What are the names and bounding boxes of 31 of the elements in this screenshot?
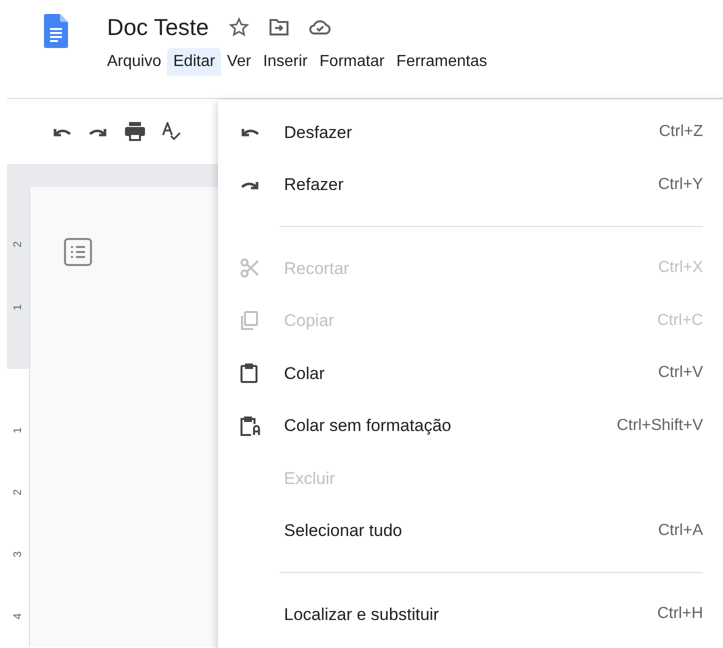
document-logo-icon[interactable] [44,14,68,48]
menu-item[interactable]: Colar Ctrl+V [218,347,703,400]
ruler-number: 4 [10,612,25,620]
menu-bar-item[interactable]: Ver [221,48,258,76]
folder-icon[interactable] [268,18,289,36]
ruler-number: 1 [10,304,25,311]
clipboard-text-icon [240,416,262,436]
clipboard-icon [240,363,258,384]
cloud-check-icon[interactable] [308,19,331,35]
ruler-number: 1 [10,426,25,434]
printer-icon[interactable] [124,122,146,142]
spellcheck-icon[interactable] [162,122,182,142]
outline-icon[interactable] [63,237,93,267]
ruler-number: 2 [10,241,25,248]
ruler-number: 3 [10,550,25,558]
menu-item[interactable]: Colar sem formatação Ctrl+Shift+V [218,400,703,452]
menu-bar-item[interactable]: Ferramentas [390,48,494,76]
menu-item[interactable]: Selecionar tudo Ctrl+A [218,504,703,557]
menu-item[interactable]: Desfazer Ctrl+Z [218,106,703,158]
menu-bar-item[interactable]: Arquivo [101,48,168,76]
menu-item[interactable]: Refazer Ctrl+Y [218,158,703,211]
menu-bar-item[interactable]: Inserir [257,48,314,76]
menu-bar-item[interactable]: Formatar [314,48,390,76]
undo-icon[interactable] [240,126,260,138]
document-title[interactable]: Doc Teste [107,12,209,42]
menu-item[interactable]: Localizar e substituir Ctrl+H [218,588,703,640]
ruler-number: 2 [10,488,25,496]
scissors-icon [240,258,260,278]
copy-icon [240,310,258,331]
star-icon[interactable] [228,17,249,37]
menu-bar-item[interactable]: Editar [167,48,222,76]
